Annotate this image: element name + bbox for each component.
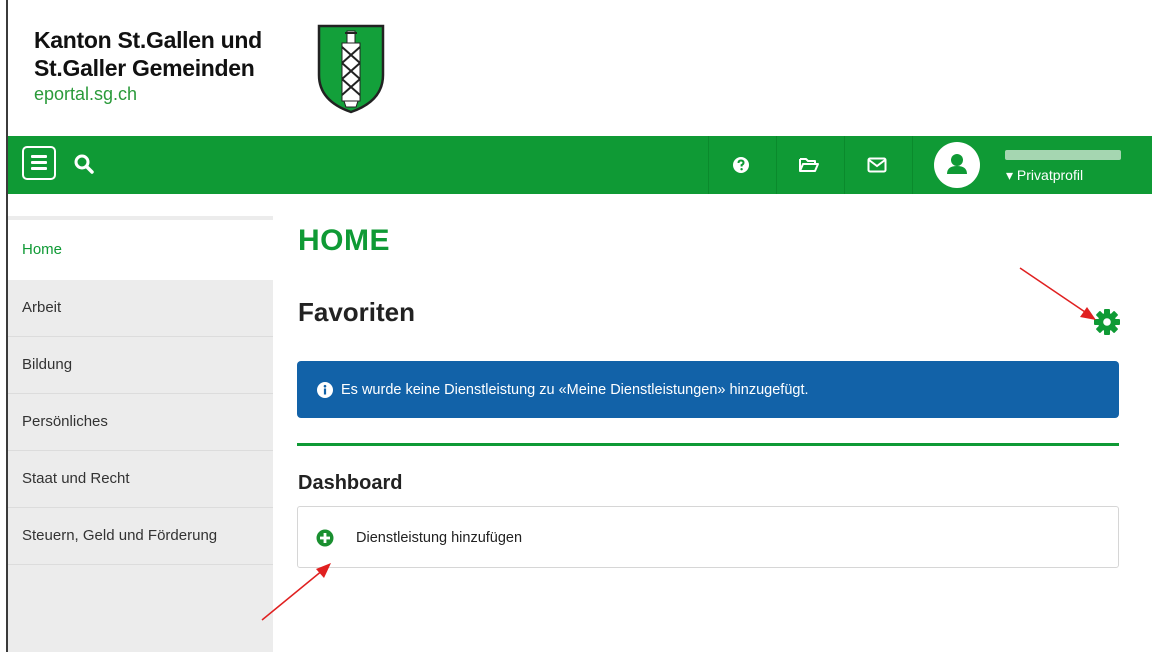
settings-gear-icon[interactable]	[1093, 308, 1121, 336]
info-icon	[317, 381, 333, 398]
folder-button[interactable]	[792, 148, 826, 182]
page-title: HOME	[298, 224, 390, 257]
sidebar-item-bildung[interactable]: Bildung	[8, 337, 273, 394]
divider	[912, 136, 913, 194]
favorites-title: Favoriten	[298, 297, 416, 327]
sidebar-item-arbeit[interactable]: Arbeit	[8, 280, 273, 337]
help-icon	[733, 157, 749, 173]
profile-name-redacted	[1005, 150, 1121, 160]
brand-line-1: Kanton St.Gallen und	[34, 27, 262, 53]
sidebar-item-home[interactable]: Home	[8, 220, 273, 280]
sidebar-navigation: Home Arbeit Bildung Persönliches Staat u…	[8, 216, 273, 652]
coat-of-arms-icon	[317, 24, 385, 114]
divider	[844, 136, 845, 194]
avatar[interactable]	[934, 142, 980, 188]
menu-icon	[31, 155, 47, 158]
brand-url: eportal.sg.ch	[34, 84, 138, 104]
brand-logo[interactable]: Kanton St.Gallen und St.Galler Gemeinden…	[34, 26, 262, 105]
annotation-arrow-settings	[1019, 267, 1096, 320]
top-navigation-bar: ▾ Privatprofil	[8, 136, 1152, 194]
section-divider	[297, 443, 1119, 446]
folder-icon	[799, 158, 819, 172]
menu-button[interactable]	[22, 146, 56, 180]
add-service-button[interactable]: Dienstleistung hinzufügen	[297, 506, 1119, 568]
mail-icon	[867, 157, 887, 173]
menu-icon-bar	[31, 167, 47, 170]
user-icon	[947, 154, 967, 174]
menu-icon-bar	[31, 161, 47, 164]
dashboard-title: Dashboard	[298, 472, 403, 494]
info-message: Es wurde keine Dienstleistung zu «Meine …	[341, 381, 809, 398]
profile-switcher-link[interactable]: ▾ Privatprofil	[1006, 167, 1083, 184]
info-alert: Es wurde keine Dienstleistung zu «Meine …	[297, 361, 1119, 418]
sidebar-item-persoenliches[interactable]: Persönliches	[8, 394, 273, 451]
sidebar-item-staat-und-recht[interactable]: Staat und Recht	[8, 451, 273, 508]
search-icon[interactable]	[70, 150, 98, 178]
divider	[776, 136, 777, 194]
mail-button[interactable]	[860, 148, 894, 182]
brand-line-2: St.Galler Gemeinden	[34, 55, 255, 81]
help-button[interactable]	[724, 148, 758, 182]
add-service-label: Dienstleistung hinzufügen	[356, 530, 523, 546]
plus-circle-icon	[316, 529, 334, 547]
divider	[708, 136, 709, 194]
sidebar-item-steuern-geld-foerderung[interactable]: Steuern, Geld und Förderung	[8, 508, 273, 565]
